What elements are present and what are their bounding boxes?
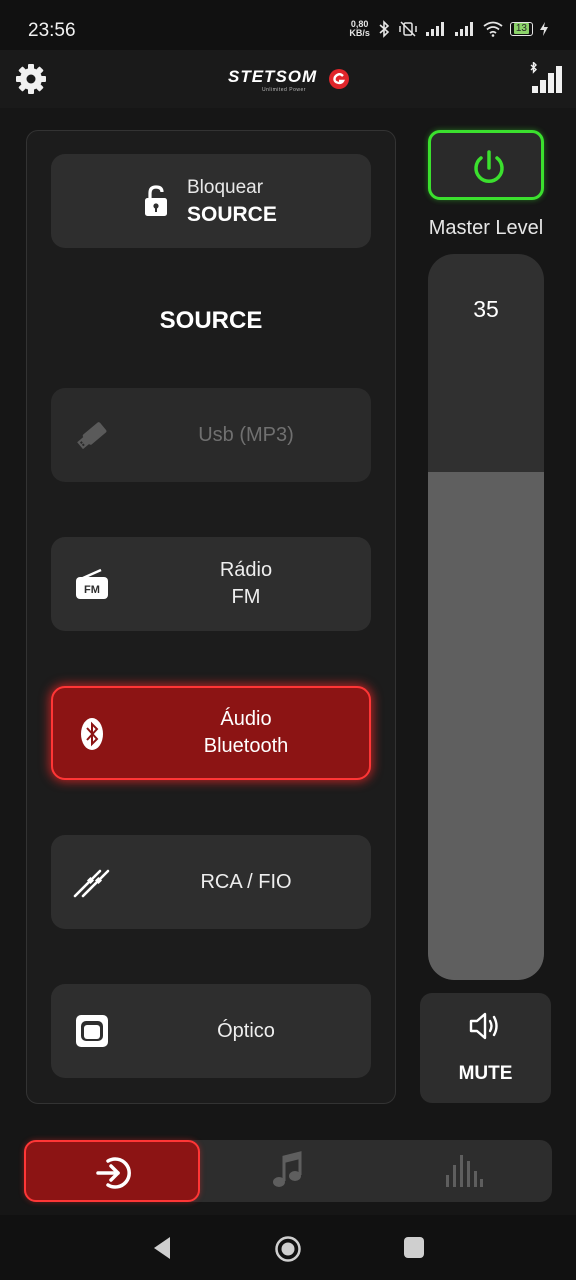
tab-source[interactable] bbox=[24, 1140, 200, 1202]
source-radio-fm-button[interactable]: FM Rádio FM bbox=[51, 537, 371, 631]
power-button[interactable] bbox=[428, 130, 544, 200]
logo-swirl-icon bbox=[329, 69, 349, 89]
input-icon bbox=[96, 1157, 131, 1189]
source-optical-button[interactable]: Óptico bbox=[51, 984, 371, 1078]
equalizer-icon bbox=[446, 1155, 483, 1187]
source-usb-button[interactable]: Usb (MP3) bbox=[51, 388, 371, 482]
bluetooth-icon bbox=[81, 718, 103, 750]
signal-icon-2 bbox=[454, 22, 473, 36]
net-speed: 0,80 KB/s bbox=[349, 19, 370, 38]
source-bluetooth-label: Áudio Bluetooth bbox=[203, 708, 289, 757]
recents-icon[interactable] bbox=[403, 1235, 425, 1261]
svg-text:FM: FM bbox=[84, 584, 100, 596]
radio-fm-icon: FM bbox=[76, 568, 108, 599]
status-icons: 0,80 KB/s 13 bbox=[349, 20, 548, 38]
lock-source-button[interactable]: Bloquear SOURCE bbox=[51, 154, 371, 248]
unlock-icon bbox=[145, 185, 167, 216]
master-level-fill bbox=[428, 471, 544, 980]
gear-icon[interactable] bbox=[14, 62, 48, 96]
speaker-icon bbox=[469, 1012, 498, 1040]
music-note-icon bbox=[273, 1151, 302, 1187]
app-bar: STETSOM Unlimited Power bbox=[0, 50, 576, 108]
charging-icon bbox=[540, 22, 548, 36]
home-icon[interactable] bbox=[274, 1235, 302, 1263]
vibrate-off-icon bbox=[399, 21, 417, 37]
status-time: 23:56 bbox=[28, 20, 76, 41]
usb-icon bbox=[77, 422, 107, 450]
wifi-icon bbox=[483, 21, 503, 37]
battery-indicator: 13 bbox=[509, 22, 533, 36]
lock-source-label: Bloquear SOURCE bbox=[187, 177, 277, 226]
bluetooth-signal-icon[interactable] bbox=[528, 62, 564, 94]
rca-cable-icon bbox=[73, 869, 110, 898]
status-bar: 23:56 0,80 KB/s 13 bbox=[0, 0, 576, 50]
source-radio-fm-label: Rádio FM bbox=[219, 559, 273, 608]
tab-equalizer[interactable] bbox=[376, 1140, 552, 1202]
source-rca-button[interactable]: RCA / FIO bbox=[51, 835, 371, 929]
tab-music[interactable] bbox=[200, 1140, 376, 1202]
back-icon[interactable] bbox=[150, 1235, 174, 1261]
mute-label: MUTE bbox=[458, 1063, 513, 1084]
stetsom-logo: STETSOM Unlimited Power bbox=[228, 66, 352, 94]
bottom-nav bbox=[24, 1140, 552, 1202]
power-icon bbox=[474, 150, 504, 183]
source-bluetooth-button[interactable]: Áudio Bluetooth bbox=[51, 686, 371, 780]
source-title: SOURCE bbox=[159, 307, 263, 334]
bluetooth-status-icon bbox=[379, 20, 390, 38]
source-optical-label: Óptico bbox=[217, 1019, 275, 1042]
source-panel: Bloquear SOURCE SOURCE Usb (MP3) FM Rádi… bbox=[26, 130, 396, 1104]
optical-icon bbox=[76, 1015, 108, 1047]
system-nav-bar bbox=[0, 1215, 576, 1280]
master-level-label: Master Level bbox=[428, 217, 544, 239]
master-level-slider[interactable]: 35 bbox=[428, 254, 544, 980]
signal-icon bbox=[425, 22, 444, 36]
mute-button[interactable]: MUTE bbox=[420, 993, 551, 1103]
master-level-value: 35 bbox=[473, 296, 499, 322]
source-usb-label: Usb (MP3) bbox=[198, 423, 294, 446]
source-rca-label: RCA / FIO bbox=[200, 870, 292, 893]
